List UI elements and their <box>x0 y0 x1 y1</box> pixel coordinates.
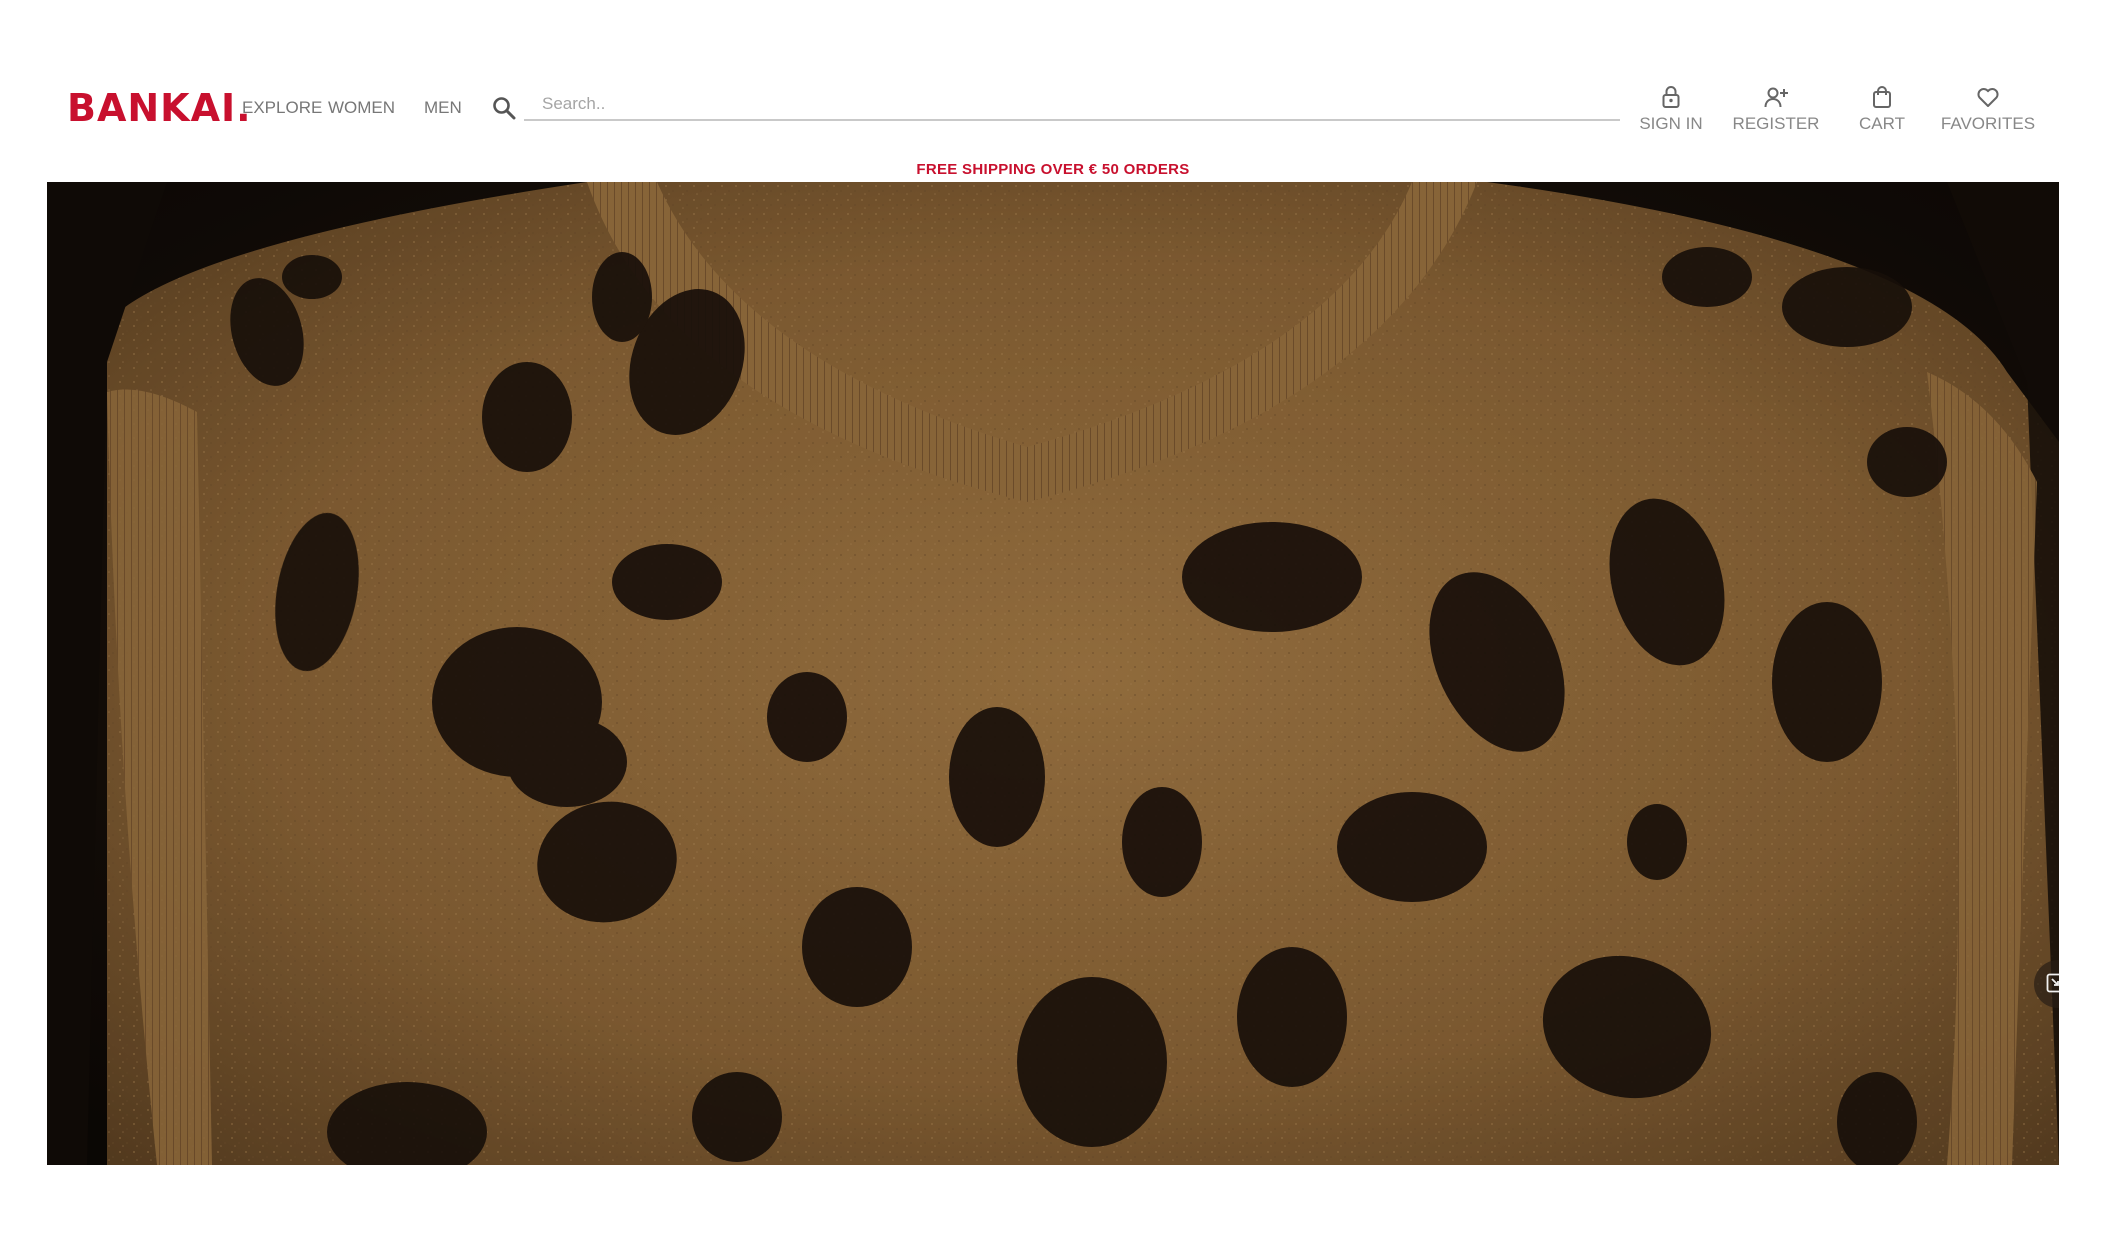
hero-product-image <box>47 182 2059 1165</box>
favorites-button[interactable]: FAVORITES <box>1923 84 2053 136</box>
hero-media[interactable] <box>47 182 2059 1165</box>
favorites-label: FAVORITES <box>1940 114 2036 133</box>
brand-logo[interactable]: BANKAI. <box>67 84 252 132</box>
site-header: BANKAI. EXPLORE WOMEN MEN SIGN IN <box>0 0 2106 180</box>
nav-explore[interactable]: EXPLORE <box>242 96 322 120</box>
shopping-bag-icon <box>1869 84 1895 110</box>
search-icon[interactable] <box>491 95 517 121</box>
search-bar <box>524 91 1620 121</box>
heart-icon <box>1975 84 2001 110</box>
lock-icon <box>1658 84 1684 110</box>
nav-women[interactable]: WOMEN <box>328 96 395 120</box>
nav-men[interactable]: MEN <box>424 96 462 120</box>
search-input[interactable] <box>524 91 1620 117</box>
picture-in-picture-icon <box>2046 973 2059 993</box>
add-user-icon <box>1763 84 1789 110</box>
promo-banner: FREE SHIPPING OVER € 50 ORDERS <box>916 161 1190 178</box>
